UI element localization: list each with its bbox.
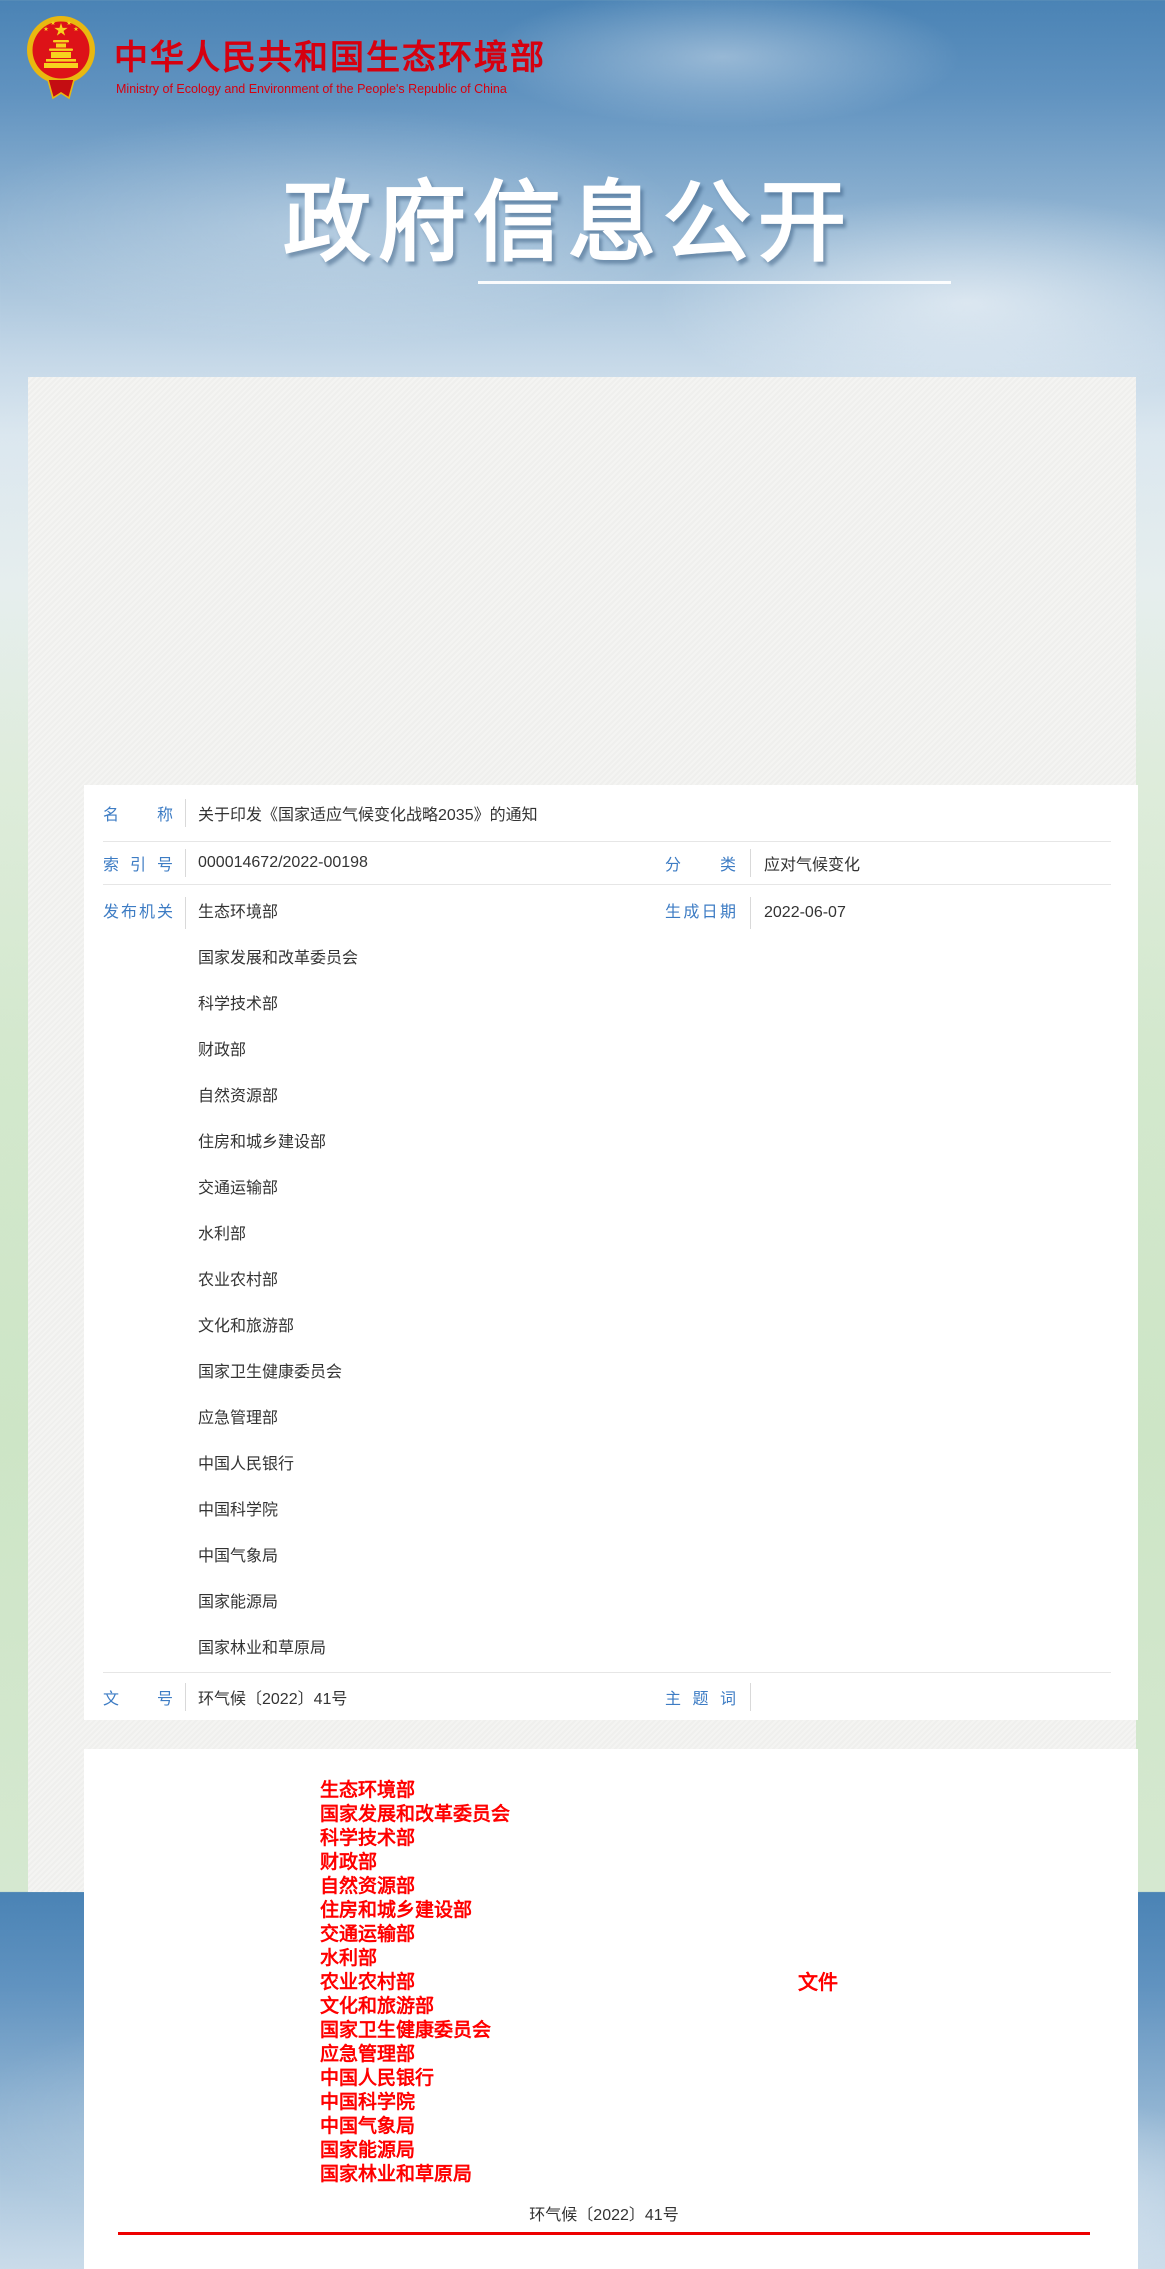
document-issuer-item: 中国科学院 [320, 2091, 510, 2115]
issuer-item: 财政部 [198, 1028, 588, 1074]
subject-label: 主题词 [665, 1685, 736, 1709]
issuer-item: 自然资源部 [198, 1074, 588, 1120]
issuer-item: 国家卫生健康委员会 [198, 1350, 588, 1396]
document-issuer-item: 文化和旅游部 [320, 1995, 510, 2019]
national-emblem-icon [26, 13, 96, 101]
index-value: 000014672/2022-00198 [185, 854, 588, 872]
page-title: 政府信息公开 [283, 152, 853, 279]
document-issuer-item: 财政部 [320, 1851, 510, 1875]
issuer-item: 农业农村部 [198, 1258, 588, 1304]
document-issuer-item: 应急管理部 [320, 2043, 510, 2067]
title-underline [478, 281, 951, 284]
info-table-card: 名称 关于印发《国家适应气候变化战略2035》的通知 索引号 000014672… [84, 785, 1138, 1720]
issuer-item: 应急管理部 [198, 1396, 588, 1442]
doc-no-label: 文号 [103, 1685, 173, 1709]
row-docno-subject: 文号 环气候〔2022〕41号 主题词 [103, 1673, 1111, 1720]
document-issuer-item: 中国人民银行 [320, 2067, 510, 2091]
category-label: 分类 [665, 851, 736, 875]
info-table: 名称 关于印发《国家适应气候变化战略2035》的通知 索引号 000014672… [103, 785, 1111, 1720]
document-card: 生态环境部国家发展和改革委员会科学技术部财政部自然资源部住房和城乡建设部交通运输… [84, 1749, 1138, 2269]
doc-no-value: 环气候〔2022〕41号 [185, 1685, 588, 1709]
document-issuer-item: 交通运输部 [320, 1923, 510, 1947]
document-issuer-item: 住房和城乡建设部 [320, 1899, 510, 1923]
document-issuer-item: 生态环境部 [320, 1779, 510, 1803]
category-value: 应对气候变化 [750, 851, 1111, 875]
document-number: 环气候〔2022〕41号 [118, 2201, 1090, 2225]
document-issuer-item: 中国气象局 [320, 2115, 510, 2139]
issuer-item: 中国科学院 [198, 1488, 588, 1534]
date-label: 生成日期 [665, 890, 736, 936]
issuer-item: 水利部 [198, 1212, 588, 1258]
issuer-item: 交通运输部 [198, 1166, 588, 1212]
issuer-item: 国家林业和草原局 [198, 1626, 588, 1672]
issuer-list: 生态环境部国家发展和改革委员会科学技术部财政部自然资源部住房和城乡建设部交通运输… [185, 890, 588, 1672]
issuer-item: 国家发展和改革委员会 [198, 936, 588, 982]
document-issuer-item: 国家林业和草原局 [320, 2163, 510, 2187]
document-type-text: 文件 [798, 1971, 838, 1995]
issuer-item: 文化和旅游部 [198, 1304, 588, 1350]
gov-info-disclosure-page: { "header": { "ministry_name": "中华人民共和国生… [0, 0, 1165, 1892]
document-issuer-item: 国家卫生健康委员会 [320, 2019, 510, 2043]
row-name: 名称 关于印发《国家适应气候变化战略2035》的通知 [103, 785, 1111, 842]
date-value: 2022-06-07 [750, 890, 1111, 936]
document-issuer-list: 生态环境部国家发展和改革委员会科学技术部财政部自然资源部住房和城乡建设部交通运输… [320, 1779, 510, 2187]
issuer-item: 住房和城乡建设部 [198, 1120, 588, 1166]
ministry-name-english: Ministry of Ecology and Environment of t… [116, 82, 507, 96]
document-issuer-item: 国家能源局 [320, 2139, 510, 2163]
document-issuer-item: 自然资源部 [320, 1875, 510, 1899]
issuer-item: 中国气象局 [198, 1534, 588, 1580]
issuer-item: 生态环境部 [198, 890, 588, 936]
document-issuer-item: 科学技术部 [320, 1827, 510, 1851]
document-issuer-item: 国家发展和改革委员会 [320, 1803, 510, 1827]
name-label: 名称 [103, 801, 173, 825]
document-issuer-item: 农业农村部 [320, 1971, 510, 1995]
row-issuer-date: 发布机关 生态环境部国家发展和改革委员会科学技术部财政部自然资源部住房和城乡建设… [103, 885, 1111, 1673]
name-value: 关于印发《国家适应气候变化战略2035》的通知 [185, 801, 1111, 825]
document-issuer-item: 水利部 [320, 1947, 510, 1971]
issuer-item: 国家能源局 [198, 1580, 588, 1626]
red-separator-line [118, 2232, 1090, 2235]
issuer-item: 科学技术部 [198, 982, 588, 1028]
row-index-category: 索引号 000014672/2022-00198 分类 应对气候变化 [103, 842, 1111, 885]
issuer-item: 中国人民银行 [198, 1442, 588, 1488]
content-panel: 名称 关于印发《国家适应气候变化战略2035》的通知 索引号 000014672… [28, 377, 1136, 1892]
masthead: 中华人民共和国生态环境部 Ministry of Ecology and Env… [0, 0, 1165, 120]
ministry-name: 中华人民共和国生态环境部 [114, 30, 546, 79]
index-label: 索引号 [103, 851, 173, 875]
issuer-label: 发布机关 [103, 890, 173, 936]
